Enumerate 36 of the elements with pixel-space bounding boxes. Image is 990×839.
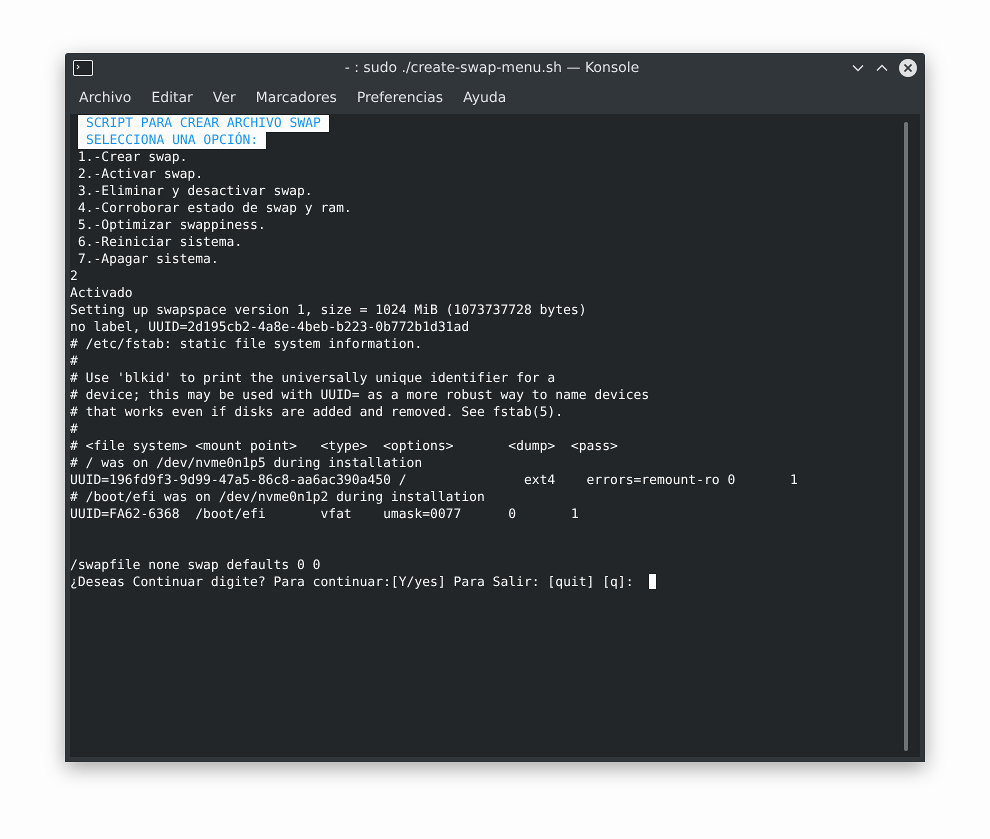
scrollbar[interactable] xyxy=(904,122,908,751)
terminal-text: 6.-Reiniciar sistema. xyxy=(76,235,242,250)
terminal-text: # /boot/efi was on /dev/nvme0n1p2 during installation xyxy=(70,490,485,505)
terminal-text: 7.-Apagar sistema. xyxy=(76,252,219,267)
terminal-text: Activado xyxy=(70,286,133,301)
terminal-text: 4.-Corroborar estado de swap y ram. xyxy=(76,201,352,216)
terminal-text: UUID=FA62-6368 /boot/efi vfat umask=0077 0 1 xyxy=(70,507,579,522)
highlighted-text: SELECCIONA UNA OPCIÓN: xyxy=(78,132,266,149)
menu-item[interactable]: Archivo xyxy=(69,86,142,110)
terminal-text: 3.-Eliminar y desactivar swap. xyxy=(76,184,313,199)
terminal-text: # Use 'blkid' to print the universally unique identifier for a xyxy=(70,371,556,386)
menu-item[interactable]: Ver xyxy=(202,86,246,110)
terminal-icon xyxy=(73,60,93,76)
prompt-text: ¿Deseas Continuar digite? Para continuar:[Y/yes] Para Salir: [quit] [q]: xyxy=(70,575,635,590)
terminal-text: # xyxy=(70,422,78,437)
terminal-text: UUID=196fd9f3-9d99-47a5-86c8-aa6ac390a450 / ext4 errors=remount-ro 0 1 xyxy=(70,473,798,488)
menu-item[interactable]: Editar xyxy=(141,86,203,110)
terminal-text: 2.-Activar swap. xyxy=(76,167,204,182)
terminal-text: # device; this may be used with UUID= as a more robust way to name devices xyxy=(70,388,650,403)
terminal-text: # <file system> <mount point> <type> <options> <dump> <pass> xyxy=(70,439,618,454)
terminal-text: # xyxy=(70,354,78,369)
terminal-text: # /etc/fstab: static file system information. xyxy=(70,337,422,352)
terminal-text: # / was on /dev/nvme0n1p5 during installation xyxy=(70,456,422,471)
terminal-text: Setting up swapspace version 1, size = 1024 MiB (1073737728 bytes) xyxy=(70,303,587,318)
menu-item[interactable]: Ayuda xyxy=(453,86,516,110)
window-title: - : sudo ./create-swap-menu.sh — Konsole xyxy=(344,60,640,76)
terminal-text: # that works even if disks are added and removed. See fstab(5). xyxy=(70,405,564,420)
terminal-text: 5.-Optimizar swappiness. xyxy=(76,218,266,233)
terminal-text: /swapfile none swap defaults 0 0 xyxy=(70,558,320,573)
highlighted-text: SCRIPT PARA CREAR ARCHIVO SWAP xyxy=(78,115,329,132)
menu-item[interactable]: Preferencias xyxy=(346,86,454,110)
terminal-text: 1.-Crear swap. xyxy=(76,150,188,165)
terminal-text: 2 xyxy=(70,269,78,284)
close-icon[interactable] xyxy=(899,58,917,76)
terminal-text: no label, UUID=2d195cb2-4a8e-4beb-b223-0b772b1d31ad xyxy=(70,320,470,335)
menu-item[interactable]: Marcadores xyxy=(246,86,347,110)
